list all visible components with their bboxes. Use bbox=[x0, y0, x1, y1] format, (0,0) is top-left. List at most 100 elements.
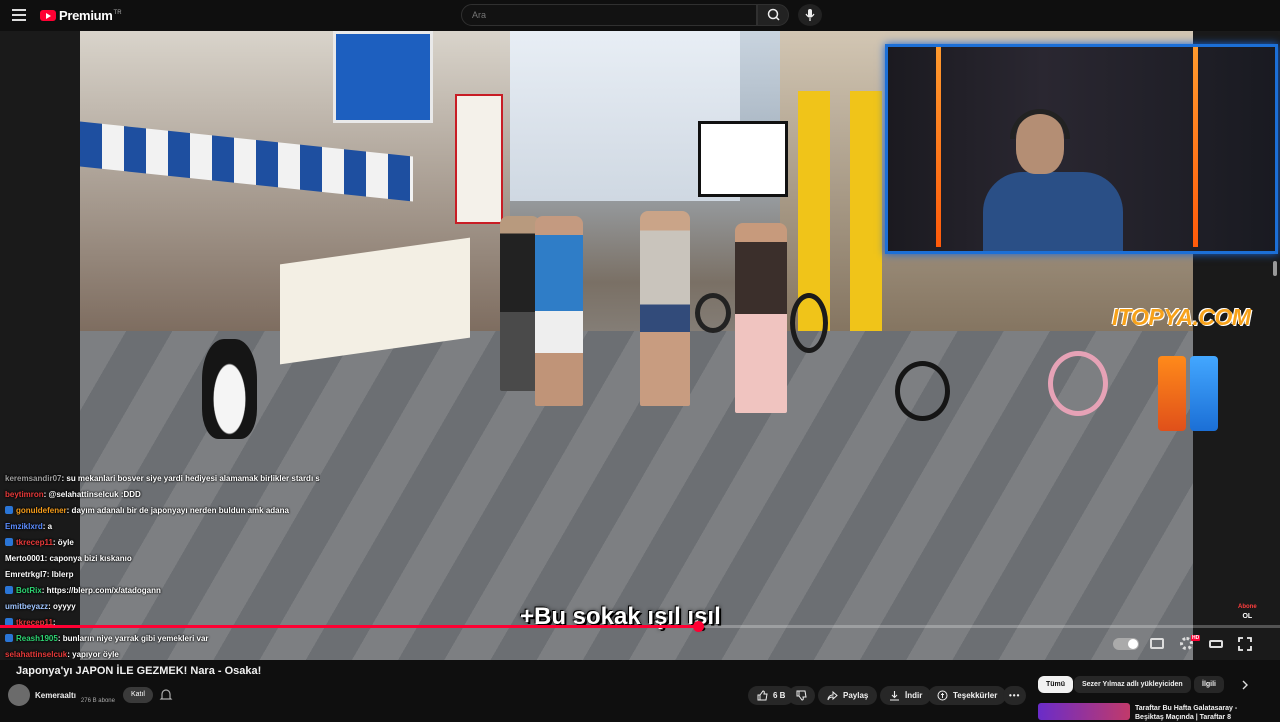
search-button[interactable] bbox=[757, 4, 789, 26]
more-horizontal-icon: ••• bbox=[1009, 691, 1021, 700]
chat-text: : caponya bizi kıskanıo bbox=[44, 554, 132, 563]
subscribe-bug-bottom: OL bbox=[1242, 613, 1253, 620]
chat-username[interactable]: gonuldefener bbox=[16, 506, 67, 515]
subtitles-icon[interactable] bbox=[1150, 638, 1164, 649]
download-button[interactable]: İndir bbox=[880, 686, 932, 705]
video-info-bar: Japonya'yı JAPON İLE GEZMEK! Nara - Osak… bbox=[0, 660, 1280, 722]
thumbs-up-icon bbox=[757, 690, 768, 701]
shop-sign bbox=[333, 31, 433, 123]
chat-message: beytimron: @selahattinselcuk :DDD bbox=[0, 487, 320, 503]
progress-bar[interactable] bbox=[0, 621, 1280, 632]
chat-text: : dayım adanalı bir de japonyayı nerden … bbox=[66, 506, 289, 515]
chat-text: : lblerp bbox=[46, 570, 74, 579]
scrollbar[interactable] bbox=[1273, 261, 1277, 276]
headset-icon bbox=[1010, 109, 1070, 139]
chat-username[interactable]: Reash1905 bbox=[16, 634, 58, 643]
person bbox=[640, 211, 690, 406]
chat-text: : oyyyy bbox=[48, 602, 76, 611]
chat-username[interactable]: umitbeyazz bbox=[5, 602, 48, 611]
chat-username[interactable]: tkrecep11 bbox=[16, 538, 53, 547]
chat-username[interactable]: beytimron bbox=[5, 490, 44, 499]
search-icon bbox=[767, 8, 780, 21]
chat-message: umitbeyazz: oyyyy bbox=[0, 599, 320, 615]
youtube-logo[interactable]: Premium TR bbox=[40, 8, 122, 23]
neon-light bbox=[1193, 47, 1198, 247]
chat-username[interactable]: Emretrkgl7 bbox=[5, 570, 47, 579]
chat-message: tkrecep11: bbox=[0, 615, 320, 631]
chat-username[interactable]: BotRix bbox=[16, 586, 42, 595]
fullscreen-icon[interactable] bbox=[1238, 636, 1252, 652]
chip-all[interactable]: Tümü bbox=[1038, 676, 1074, 693]
chat-text: : yapıyor öyle bbox=[67, 650, 119, 659]
channel-avatar[interactable] bbox=[8, 684, 30, 706]
chip-related[interactable]: İlgili bbox=[1194, 676, 1224, 693]
subscribe-bug[interactable]: Abone OL bbox=[1238, 603, 1257, 621]
channel-info: Kemeraaltı 276 B abone Katıl bbox=[8, 684, 173, 706]
person bbox=[535, 216, 583, 406]
more-actions-button[interactable]: ••• bbox=[1003, 686, 1027, 705]
share-button[interactable]: Paylaş bbox=[818, 686, 878, 705]
voice-search-button[interactable] bbox=[798, 4, 822, 26]
sponsor-cans bbox=[1158, 356, 1220, 431]
chat-text: : öyle bbox=[52, 538, 74, 547]
bicycle-wheel bbox=[695, 293, 731, 333]
share-icon bbox=[827, 690, 838, 701]
chat-text: : su mekanlari bosver siye yardi hediyes… bbox=[61, 474, 320, 483]
chat-username[interactable]: Merto0001 bbox=[5, 554, 45, 563]
recommended-title[interactable]: Taraftar Bu Hafta Galatasaray - Beşiktaş… bbox=[1135, 704, 1255, 722]
menu-icon[interactable] bbox=[12, 9, 26, 21]
progress-scrubber[interactable] bbox=[692, 621, 704, 632]
thanks-label: Teşekkürler bbox=[953, 691, 998, 700]
vertical-sign bbox=[455, 94, 503, 224]
chevron-right-icon[interactable] bbox=[1240, 680, 1250, 690]
share-label: Paylaş bbox=[843, 691, 869, 700]
progress-fill bbox=[0, 625, 698, 628]
badge-icon bbox=[5, 634, 13, 642]
channel-name[interactable]: Kemeraaltı bbox=[35, 691, 76, 700]
chat-username[interactable]: selahattinselcuk bbox=[5, 650, 67, 659]
chip-uploader[interactable]: Sezer Yılmaz adlı yükleyiciden bbox=[1074, 676, 1191, 693]
chat-message: gonuldefener: dayım adanalı bir de japon… bbox=[0, 503, 320, 519]
person bbox=[500, 216, 540, 391]
sponsor-watermark: ITOPYA.COM bbox=[1112, 304, 1251, 330]
pink-bike-wheel bbox=[1048, 351, 1108, 416]
chat-message: tkrecep11: öyle bbox=[0, 535, 320, 551]
bicycle-wheel bbox=[790, 293, 828, 353]
hd-badge: HD bbox=[1191, 635, 1201, 641]
thanks-button[interactable]: Teşekkürler bbox=[928, 686, 1007, 705]
recommended-thumbnail[interactable] bbox=[1038, 703, 1130, 720]
bell-icon[interactable] bbox=[159, 688, 173, 702]
logo-region: TR bbox=[113, 9, 122, 16]
chat-text: : @selahattinselcuk :DDD bbox=[43, 490, 141, 499]
join-button[interactable]: Katıl bbox=[122, 687, 153, 703]
chat-message: keremsandir07: su mekanlari bosver siye … bbox=[0, 471, 320, 487]
chat-message: Emretrkgl7: lblerp bbox=[0, 567, 320, 583]
download-label: İndir bbox=[905, 691, 923, 700]
microphone-icon bbox=[805, 9, 815, 21]
energy-can bbox=[1190, 356, 1218, 431]
autoplay-toggle[interactable] bbox=[1113, 638, 1139, 650]
search-input[interactable] bbox=[462, 5, 742, 25]
asahi-sign bbox=[698, 121, 788, 197]
super-thanks-icon bbox=[937, 690, 948, 701]
chat-text: : https://blerp.com/x/atadogann bbox=[41, 586, 161, 595]
download-icon bbox=[890, 691, 899, 701]
ebike-wheel bbox=[895, 361, 950, 421]
person bbox=[735, 223, 787, 413]
chat-overlay: keremsandir07: su mekanlari bosver siye … bbox=[0, 471, 320, 660]
theater-mode-icon[interactable] bbox=[1209, 640, 1223, 648]
streamer-shirt bbox=[983, 172, 1123, 251]
chat-username[interactable]: Emziklxrd bbox=[5, 522, 43, 531]
badge-icon bbox=[5, 506, 13, 514]
chat-username[interactable]: keremsandir07 bbox=[5, 474, 61, 483]
thumbs-down-icon bbox=[796, 690, 807, 701]
subscriber-count: 276 B abone bbox=[80, 698, 115, 704]
video-player[interactable]: ITOPYA.COM Abone OL keremsandir07: su me… bbox=[0, 31, 1280, 660]
subscribe-bug-top: Abone bbox=[1238, 604, 1257, 610]
chat-text: : a bbox=[42, 522, 53, 531]
dislike-button[interactable] bbox=[788, 686, 815, 705]
energy-can bbox=[1158, 356, 1186, 431]
neon-light bbox=[936, 47, 941, 247]
chat-message: BotRix: https://blerp.com/x/atadogann bbox=[0, 583, 320, 599]
search-box[interactable] bbox=[461, 4, 757, 26]
